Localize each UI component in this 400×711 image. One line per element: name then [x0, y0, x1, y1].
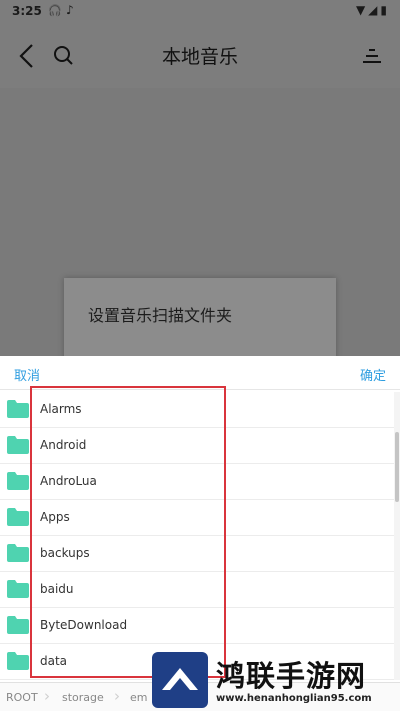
folder-icon: [7, 616, 29, 634]
folder-row[interactable]: Apps: [0, 500, 400, 536]
folder-name: Alarms: [40, 402, 82, 416]
sort-icon[interactable]: [360, 44, 384, 68]
folder-row[interactable]: AndroLua: [0, 464, 400, 500]
tiktok-icon: ♪: [66, 3, 74, 17]
page-title: 本地音乐: [161, 46, 238, 68]
folder-icon: [7, 580, 29, 598]
folder-icon: [7, 400, 29, 418]
folder-name: Android: [40, 438, 87, 452]
breadcrumb-separator-icon: ›: [44, 687, 50, 705]
folder-row[interactable]: baidu: [0, 572, 400, 608]
folder-icon: [7, 436, 29, 454]
folder-icon: [7, 652, 29, 670]
breadcrumb-separator-icon: ›: [114, 687, 120, 705]
watermark-logo: [152, 652, 208, 708]
status-time: 3:25: [12, 4, 42, 18]
folder-row[interactable]: Alarms: [0, 392, 400, 428]
folder-row[interactable]: Android: [0, 428, 400, 464]
folder-row[interactable]: backups: [0, 536, 400, 572]
folder-list: Alarms Android AndroLua Apps backups bai…: [0, 392, 400, 680]
system-icons: ▼◢▮: [355, 3, 390, 17]
folder-row[interactable]: ByteDownload: [0, 608, 400, 644]
sheet-header: 取消 确定: [0, 356, 400, 390]
confirm-button[interactable]: 确定: [360, 365, 386, 384]
folder-name: baidu: [40, 582, 74, 596]
folder-icon: [7, 508, 29, 526]
folder-icon: [7, 544, 29, 562]
scan-folder-dialog: 设置音乐扫描文件夹: [64, 278, 336, 368]
scrollbar-track[interactable]: [394, 392, 400, 680]
watermark-title: 鸿联手游网: [216, 659, 367, 693]
folder-name: backups: [40, 546, 90, 560]
status-bar: 3:25 🎧 ♪ ▼◢▮: [0, 0, 400, 24]
folder-name: ByteDownload: [40, 618, 128, 632]
cancel-button[interactable]: 取消: [14, 365, 40, 384]
scrollbar-thumb[interactable]: [395, 432, 399, 502]
watermark: 鸿联手游网 www.henanhonglian95.com: [150, 652, 400, 711]
folder-icon: [7, 472, 29, 490]
breadcrumb-item[interactable]: ROOT: [6, 691, 38, 704]
watermark-url: www.henanhonglian95.com: [216, 693, 372, 704]
dialog-title: 设置音乐扫描文件夹: [88, 306, 233, 325]
headphones-icon: 🎧: [48, 4, 62, 17]
breadcrumb-item[interactable]: storage: [62, 691, 104, 704]
logo-mark-icon: [162, 668, 198, 690]
app-bar: 本地音乐: [0, 24, 400, 88]
folder-name: data: [40, 654, 68, 668]
breadcrumb-item[interactable]: em: [130, 691, 147, 704]
folder-name: Apps: [40, 510, 70, 524]
folder-name: AndroLua: [40, 474, 97, 488]
